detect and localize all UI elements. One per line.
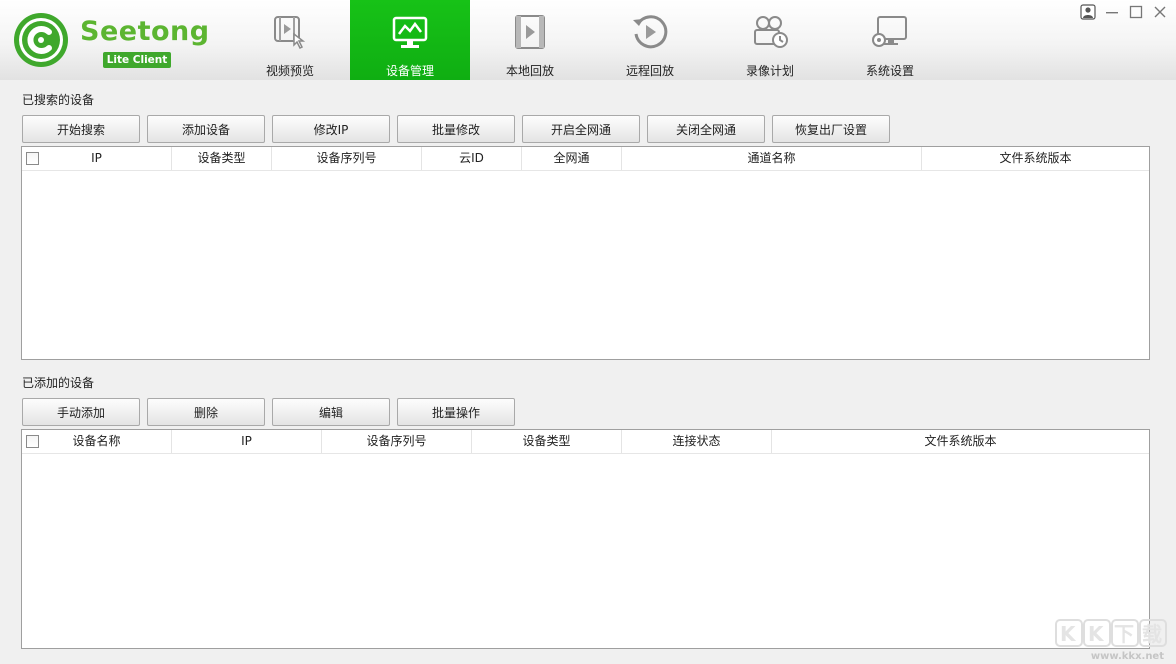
nav-label: 远程回放 [625, 64, 674, 78]
app-header: Seetong Lite Client 视频预览 设备管理 本地回放 远程回放 … [0, 0, 1176, 80]
system-settings-icon [872, 16, 907, 47]
column-header-full-network[interactable]: 全网通 [522, 147, 622, 170]
column-header-firmware-version[interactable]: 文件系统版本 [922, 147, 1149, 170]
svg-text:K: K [1088, 622, 1105, 646]
column-header-serial-number[interactable]: 设备序列号 [322, 430, 472, 453]
svg-text:K: K [1060, 622, 1077, 646]
local-playback-icon [515, 15, 545, 49]
nav-label: 系统设置 [865, 64, 914, 78]
remote-playback-icon [633, 15, 668, 49]
svg-text:下: 下 [1114, 622, 1134, 646]
column-header-device-type[interactable]: 设备类型 [472, 430, 622, 453]
added-devices-title: 已添加的设备 [22, 376, 95, 390]
column-header-device-name[interactable]: 设备名称 [22, 430, 172, 453]
watermark: K K 下 载 www.kkx.net [1050, 616, 1170, 664]
nav-device-management[interactable]: 设备管理 [350, 0, 470, 80]
user-account-button[interactable] [1076, 2, 1100, 22]
maximize-button[interactable] [1124, 2, 1148, 22]
logo-badge: Lite Client [103, 52, 171, 68]
column-label: IP [91, 151, 102, 165]
added-toolbar: 手动添加 删除 编辑 批量操作 [22, 398, 515, 426]
nav-local-playback[interactable]: 本地回放 [470, 0, 590, 80]
table-header: IP 设备类型 设备序列号 云ID 全网通 通道名称 文件系统版本 [22, 147, 1149, 171]
video-preview-icon [274, 16, 306, 50]
maximize-icon [1129, 5, 1143, 19]
added-devices-table: 设备名称 IP 设备序列号 设备类型 连接状态 文件系统版本 [21, 429, 1150, 649]
add-device-button[interactable]: 添加设备 [147, 115, 265, 143]
start-search-button[interactable]: 开始搜索 [22, 115, 140, 143]
logo-name: Seetong [80, 16, 210, 47]
searched-devices-title: 已搜索的设备 [22, 93, 95, 107]
batch-modify-button[interactable]: 批量修改 [397, 115, 515, 143]
nav-label: 本地回放 [505, 64, 554, 78]
manual-add-button[interactable]: 手动添加 [22, 398, 140, 426]
factory-reset-button[interactable]: 恢复出厂设置 [772, 115, 890, 143]
nav-label: 设备管理 [385, 64, 434, 78]
edit-button[interactable]: 编辑 [272, 398, 390, 426]
main-nav: 视频预览 设备管理 本地回放 远程回放 录像计划 系统设置 [230, 0, 950, 80]
column-label: 设备名称 [72, 434, 121, 448]
column-header-cloud-id[interactable]: 云ID [422, 147, 522, 170]
minimize-button[interactable] [1100, 2, 1124, 22]
nav-remote-playback[interactable]: 远程回放 [590, 0, 710, 80]
close-icon [1154, 6, 1166, 18]
device-management-icon [392, 16, 428, 48]
select-all-checkbox[interactable] [26, 435, 39, 448]
searched-devices-table: IP 设备类型 设备序列号 云ID 全网通 通道名称 文件系统版本 [21, 146, 1150, 360]
nav-label: 视频预览 [265, 64, 314, 78]
close-button[interactable] [1148, 2, 1172, 22]
enable-full-network-button[interactable]: 开启全网通 [522, 115, 640, 143]
delete-button[interactable]: 删除 [147, 398, 265, 426]
nav-label: 录像计划 [745, 64, 794, 78]
minimize-icon [1106, 12, 1118, 14]
user-icon [1080, 4, 1096, 20]
watermark-url: www.kkx.net [1090, 651, 1164, 662]
column-header-ip[interactable]: IP [172, 430, 322, 453]
column-header-device-type[interactable]: 设备类型 [172, 147, 272, 170]
batch-operation-button[interactable]: 批量操作 [397, 398, 515, 426]
window-controls [1076, 2, 1172, 22]
nav-system-settings[interactable]: 系统设置 [830, 0, 950, 80]
modify-ip-button[interactable]: 修改IP [272, 115, 390, 143]
nav-video-preview[interactable]: 视频预览 [230, 0, 350, 80]
table-header: 设备名称 IP 设备序列号 设备类型 连接状态 文件系统版本 [22, 430, 1149, 454]
disable-full-network-button[interactable]: 关闭全网通 [647, 115, 765, 143]
kkx-watermark-logo: K K 下 载 [1055, 619, 1167, 647]
column-header-ip[interactable]: IP [22, 147, 172, 170]
column-header-firmware-version[interactable]: 文件系统版本 [772, 430, 1149, 453]
seetong-logo-mark [14, 13, 68, 67]
nav-recording-schedule[interactable]: 录像计划 [710, 0, 830, 80]
seetong-logo: Seetong Lite Client [12, 10, 209, 72]
column-header-serial-number[interactable]: 设备序列号 [272, 147, 422, 170]
svg-text:载: 载 [1142, 622, 1162, 646]
recording-schedule-icon [754, 16, 788, 48]
select-all-checkbox[interactable] [26, 152, 39, 165]
column-header-connection-status[interactable]: 连接状态 [622, 430, 772, 453]
column-header-channel-name[interactable]: 通道名称 [622, 147, 922, 170]
searched-toolbar: 开始搜索 添加设备 修改IP 批量修改 开启全网通 关闭全网通 恢复出厂设置 [22, 115, 890, 143]
